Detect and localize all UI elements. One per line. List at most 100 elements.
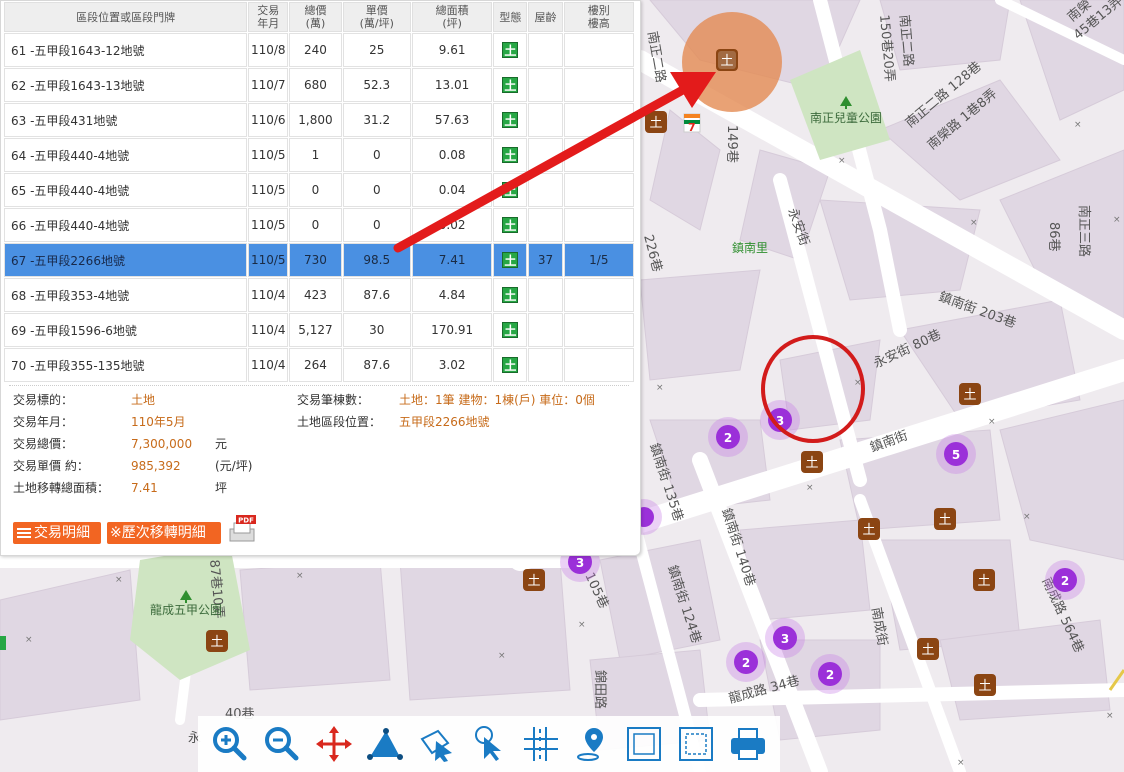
cell-ym: 110/5 [248, 173, 289, 207]
road-button[interactable] [519, 722, 563, 766]
svg-text:2: 2 [742, 656, 750, 670]
col-floor: 樓別 樓高 [563, 2, 634, 32]
measure-area-icon [367, 728, 404, 760]
land-marker-icon[interactable]: 土 [973, 569, 995, 591]
cell-area: 170.91 [411, 313, 493, 347]
land-marker-icon[interactable]: 土 [917, 638, 939, 660]
col-location: 區段位置或區段門牌 [4, 2, 248, 32]
cell-total: 240 [289, 33, 342, 67]
frame-dashed-button[interactable] [674, 722, 718, 766]
svg-text:×: × [838, 156, 846, 166]
table-row[interactable]: 62 -五甲段1643-13地號 110/7 680 52.3 13.01 土 [4, 68, 634, 102]
cell-unit: 31.2 [342, 103, 411, 137]
land-marker-icon[interactable]: 土 [974, 674, 996, 696]
cluster-marker[interactable]: 3 [760, 400, 800, 440]
table-row[interactable]: 61 -五甲段1643-12地號 110/8 240 25 9.61 土 [4, 33, 634, 67]
svg-text:×: × [806, 483, 814, 493]
cell-floor [563, 348, 634, 382]
table-row[interactable]: 66 -五甲段440-4地號 110/5 0 0 0.02 土 [4, 208, 634, 242]
land-type-icon: 土 [502, 322, 519, 338]
table-row[interactable]: 63 -五甲段431地號 110/6 1,800 31.2 57.63 土 [4, 103, 634, 137]
cell-area: 0.02 [411, 208, 493, 242]
table-row[interactable]: 68 -五甲段353-4地號 110/4 423 87.6 4.84 土 [4, 278, 634, 312]
svg-text:×: × [1113, 215, 1121, 225]
svg-text:×: × [498, 651, 506, 661]
cell-total: 1 [289, 138, 342, 172]
select-button[interactable] [415, 722, 459, 766]
cell-unit: 98.5 [342, 243, 411, 277]
table-row[interactable]: 65 -五甲段440-4地號 110/5 0 0 0.04 土 [4, 173, 634, 207]
cell-area: 0.08 [411, 138, 493, 172]
land-marker-icon[interactable]: 土 [801, 451, 823, 473]
cell-ym: 110/4 [248, 348, 289, 382]
table-row[interactable]: 69 -五甲段1596-6地號 110/4 5,127 30 170.91 土 [4, 313, 634, 347]
table-row[interactable]: 70 -五甲段355-135地號 110/4 264 87.6 3.02 土 [4, 348, 634, 382]
land-marker-icon[interactable]: 土 [645, 111, 667, 133]
svg-text:土: 土 [210, 635, 223, 650]
cell-type: 土 [493, 173, 528, 207]
street-label: 錦田路 [592, 670, 608, 709]
cell-type: 土 [493, 348, 528, 382]
cluster-marker[interactable]: 3 [765, 618, 805, 658]
table-row[interactable]: 64 -五甲段440-4地號 110/5 1 0 0.08 土 [4, 138, 634, 172]
cluster-marker[interactable]: 5 [936, 434, 976, 474]
cluster-marker[interactable]: 2 [1045, 560, 1085, 600]
click-info-button[interactable] [467, 722, 511, 766]
measure-area-button[interactable] [363, 722, 407, 766]
col-unit: 單價 (萬/坪) [342, 2, 411, 32]
land-type-icon: 土 [502, 217, 519, 233]
cell-area: 0.04 [411, 173, 493, 207]
cell-unit: 30 [342, 313, 411, 347]
svg-text:×: × [25, 635, 33, 645]
cell-loc: 63 -五甲段431地號 [4, 103, 248, 137]
cell-type: 土 [493, 138, 528, 172]
cell-unit: 25 [342, 33, 411, 67]
cell-floor: 1/5 [563, 243, 634, 277]
print-button[interactable] [726, 722, 770, 766]
location-button[interactable] [571, 722, 615, 766]
cluster-marker[interactable]: 2 [708, 417, 748, 457]
transaction-detail-button[interactable]: 交易明細 [13, 522, 101, 544]
svg-text:土: 土 [805, 456, 818, 471]
zoom-in-button[interactable] [208, 722, 252, 766]
frame-button[interactable] [622, 722, 666, 766]
cell-age [528, 33, 563, 67]
land-type-icon: 土 [502, 42, 519, 58]
land-type-icon: 土 [502, 147, 519, 163]
svg-text:PDF: PDF [238, 517, 254, 525]
cell-total: 0 [289, 173, 342, 207]
cluster-marker[interactable]: 2 [726, 642, 766, 682]
click-info-icon [474, 726, 501, 761]
street-label: 86巷 [1046, 222, 1061, 252]
land-marker-icon[interactable]: 土 [934, 508, 956, 530]
pan-icon [315, 726, 352, 762]
cell-age [528, 348, 563, 382]
pan-button[interactable] [312, 722, 356, 766]
col-age: 屋齡 [528, 2, 563, 32]
land-marker-icon[interactable]: 土 [523, 569, 545, 591]
cell-floor [563, 33, 634, 67]
land-marker-icon[interactable]: 土 [206, 630, 228, 652]
cell-ym: 110/7 [248, 68, 289, 102]
land-marker-icon[interactable]: 土 [959, 383, 981, 405]
detail-label: 交易標的： [13, 393, 74, 407]
land-marker-icon[interactable]: 土 [716, 49, 738, 71]
cell-unit: 87.6 [342, 348, 411, 382]
street-label: 149巷 [724, 125, 739, 163]
svg-text:×: × [296, 571, 304, 581]
pdf-print-button[interactable]: PDF [226, 515, 258, 545]
cell-type: 土 [493, 103, 528, 137]
cell-type: 土 [493, 33, 528, 67]
svg-text:×: × [115, 575, 123, 585]
table-row[interactable]: 67 -五甲段2266地號 110/5 730 98.5 7.41 土 37 1/5 [4, 243, 634, 277]
cell-ym: 110/4 [248, 278, 289, 312]
svg-text:3: 3 [776, 414, 784, 428]
cell-age [528, 208, 563, 242]
detail-value: 985,392 [131, 459, 181, 473]
land-marker-icon[interactable]: 土 [858, 518, 880, 540]
cell-age [528, 313, 563, 347]
cluster-marker[interactable]: 2 [810, 654, 850, 694]
cell-loc: 67 -五甲段2266地號 [4, 243, 248, 277]
zoom-out-button[interactable] [260, 722, 304, 766]
transfer-history-button[interactable]: ※歷次移轉明細 [107, 522, 221, 544]
